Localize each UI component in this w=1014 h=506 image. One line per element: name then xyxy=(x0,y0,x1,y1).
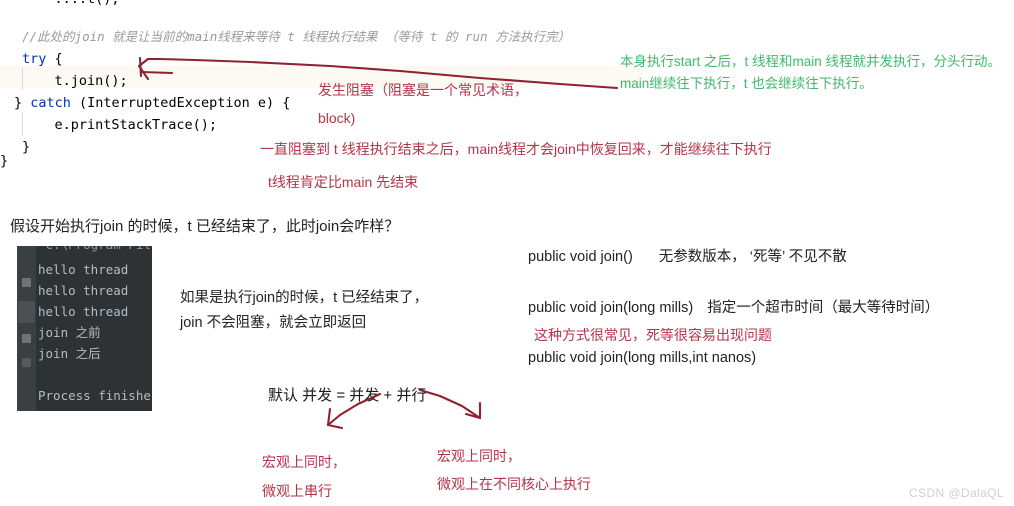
code-try-brace: { xyxy=(46,51,63,67)
annotation-blocked-until-end: 一直阻塞到 t 线程执行结束之后，main线程才会join中恢复回来，才能继续往… xyxy=(260,141,772,157)
api-sig1-note: 无参数版本， ‘死等’ 不见不散 xyxy=(658,249,847,265)
console-line-2: hello thread xyxy=(38,304,129,319)
console-line-list: "C:\Program Fil hello thread hello threa… xyxy=(38,246,152,406)
keyword-try: try xyxy=(22,51,47,67)
console-toolbar-icon-stop[interactable] xyxy=(18,301,35,323)
arrow-head-left-2 xyxy=(326,423,344,430)
annotation-already-finished-line-1: 如果是执行join的时候，t 已经结束了， xyxy=(180,290,429,306)
code-catch-rest: (InterruptedException e) { xyxy=(70,95,291,111)
code-line-join-call: t.join(); xyxy=(22,73,128,89)
api-sig1-text: public void join() xyxy=(528,249,633,265)
annotation-concurrency-formula: 默认 并发 = 并发 + 并行 xyxy=(268,387,427,404)
annotation-blocking-line-2: block) xyxy=(318,110,356,126)
annotation-macro-left-line-1: 宏观上同时， xyxy=(262,454,346,470)
console-toolbar-icon-rerun[interactable] xyxy=(22,278,31,287)
console-line-1: hello thread xyxy=(38,283,129,298)
console-line-command: "C:\Program Fil xyxy=(38,246,152,259)
console-line-3: join 之前 xyxy=(38,325,101,340)
code-line-close-inner: } xyxy=(22,139,31,155)
annotation-macro-right-line-2: 微观上在不同核心上执行 xyxy=(437,476,591,492)
code-catch-prefix: } xyxy=(14,95,31,111)
code-line-truncated-top: ....t(); xyxy=(0,0,300,9)
code-line-close-outer: } xyxy=(0,153,9,169)
console-line-6: Process finishe xyxy=(38,388,151,403)
console-command-text: "C:\Program Fil xyxy=(38,246,151,252)
code-line-try: try { xyxy=(22,48,63,70)
annotation-macro-right-line-1: 宏观上同时， xyxy=(437,448,521,464)
console-line-5-blank xyxy=(38,364,152,385)
api-sig2-warning: 这种方式很常见，死等很容易出现问题 xyxy=(534,327,772,343)
code-line-catch: } catch (InterruptedException e) { xyxy=(14,92,290,114)
annotation-green-line-1: 本身执行start 之后，t 线程和main 线程就并发执行，分头行动。 xyxy=(620,54,1002,69)
api-signature-join-noargs: public void join() 无参数版本， ‘死等’ 不见不散 xyxy=(528,246,847,268)
keyword-catch: catch xyxy=(30,95,71,111)
code-line-print-stack-trace: e.printStackTrace(); xyxy=(22,117,218,133)
arrow-formula-to-right xyxy=(418,388,482,420)
annotation-t-finishes-before-main: t线程肯定比main 先结束 xyxy=(268,174,419,190)
csdn-watermark: CSDN @DalaQL xyxy=(908,486,1004,500)
console-line-0: hello thread xyxy=(38,262,129,277)
indent-guide-1 xyxy=(22,68,23,90)
console-side-toolbar[interactable] xyxy=(17,246,36,411)
annotation-green-line-2: main继续往下执行，t 也会继续往下执行。 xyxy=(620,76,873,91)
annotation-macro-left-line-2: 微观上串行 xyxy=(262,483,332,499)
question-join-after-thread-finished: 假设开始执行join 的时候，t 已经结束了，此时join会咋样？ xyxy=(10,218,400,235)
console-line-4: join 之后 xyxy=(38,346,101,361)
arrow-head-right-1 xyxy=(464,412,482,420)
api-sig2-text: public void join(long mills) xyxy=(528,300,694,316)
api-signature-join-millis: public void join(long mills) 指定一个超市时间（最大等… xyxy=(528,297,939,319)
indent-guide-2 xyxy=(22,112,23,136)
console-output-panel[interactable]: "C:\Program Fil hello thread hello threa… xyxy=(17,246,152,411)
console-toolbar-icon-trash[interactable] xyxy=(22,334,31,343)
annotation-already-finished-line-2: join 不会阻塞，就会立即返回 xyxy=(180,315,367,331)
arrow-head-left-1 xyxy=(326,407,332,427)
api-signature-join-millis-nanos: public void join(long mills,int nanos) xyxy=(528,350,757,366)
annotation-blocking-line-1: 发生阻塞（阻塞是一个常见术语， xyxy=(318,82,528,98)
code-text-truncated: ....t(); xyxy=(22,0,120,9)
api-sig2-note: 指定一个超市时间（最大等待时间） xyxy=(707,300,940,316)
code-comment-join: //此处的join 就是让当前的main线程来等待 t 线程执行结果 （等待 t… xyxy=(22,29,571,44)
console-toolbar-icon-settings[interactable] xyxy=(22,358,31,367)
